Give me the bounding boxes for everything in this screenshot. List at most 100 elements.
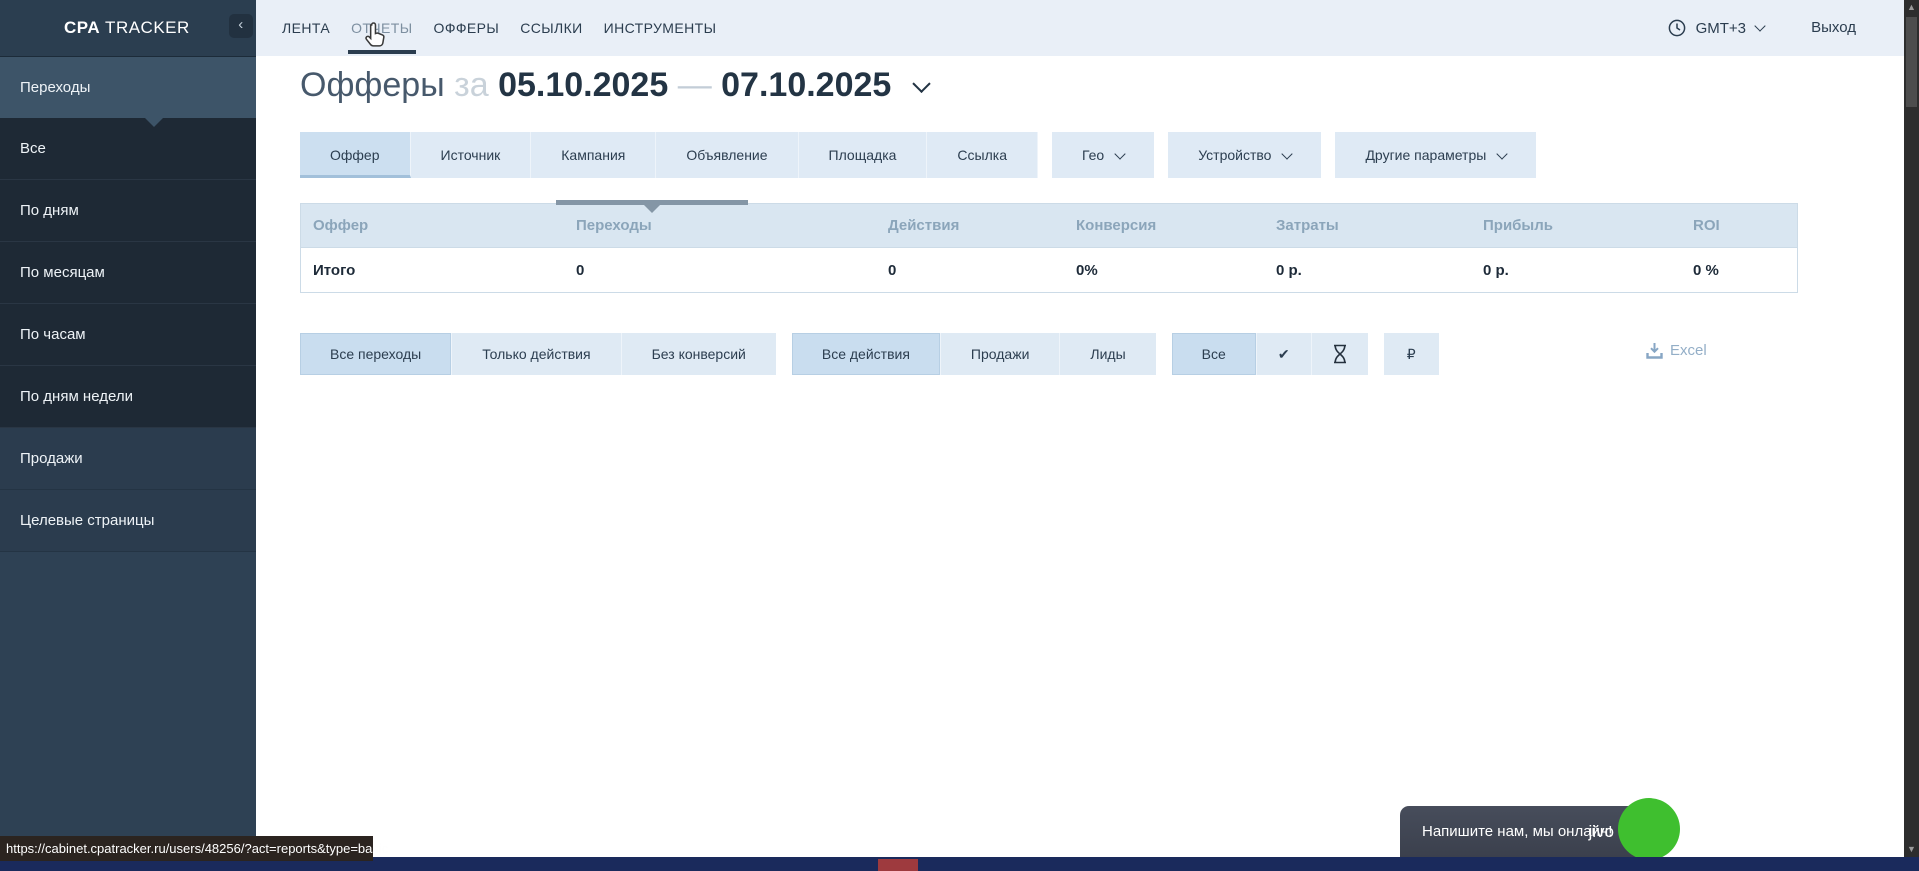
report-preposition: за [454,66,489,104]
column-header-pribyl[interactable]: Прибыль [1483,217,1693,234]
scrollbar-thumb[interactable] [1906,17,1917,107]
total-costs: 0 р. [1276,262,1483,279]
total-profit: 0 р. [1483,262,1693,279]
chat-message: Напишите нам, мы онлайн! [1422,806,1612,857]
tab-offer[interactable]: Оффер [300,132,411,178]
traffic-filter-group: Все переходы Только действия Без конверс… [300,333,776,375]
filter-lidy[interactable]: Лиды [1060,333,1155,375]
check-icon: ✔ [1278,346,1290,362]
top-navigation: ЛЕНТА ОТЧЕТЫ ОФФЕРЫ ССЫЛКИ ИНСТРУМЕНТЫ G… [256,0,1904,56]
sidebar-item-po-dnyam[interactable]: По дням [0,180,256,242]
sidebar: CPA TRACKER ‹ Переходы Все По дням По ме… [0,0,256,857]
jivo-logo: jivo [1588,806,1614,857]
tab-ustroystvo-dropdown[interactable]: Устройство [1168,132,1321,178]
sidebar-collapse-button[interactable]: ‹ [229,14,253,38]
filter-tolko-deystviya[interactable]: Только действия [452,333,621,375]
sidebar-item-prodazhi[interactable]: Продажи [0,428,256,490]
taskbar-accent [878,859,918,871]
date-range-expand-icon[interactable] [912,75,930,93]
sidebar-item-perehody[interactable]: Переходы [0,56,256,118]
actions-filter-group: Все действия Продажи Лиды [792,333,1156,375]
brand-logo: CPA TRACKER ‹ [0,0,256,56]
date-to[interactable]: 07.10.2025 [721,66,891,104]
column-header-offer[interactable]: Оффер [313,217,576,234]
currency-filter-group: ₽ [1384,333,1439,375]
hourglass-icon [1332,344,1348,364]
filter-vse-deystviya[interactable]: Все действия [792,333,941,375]
total-clicks: 0 [576,262,888,279]
clock-icon [1668,19,1686,37]
report-table: Оффер Переходы Действия Конверсия Затрат… [300,203,1798,293]
tab-ploshchadka[interactable]: Площадка [799,132,928,178]
column-header-zatraty[interactable]: Затраты [1276,217,1483,234]
sidebar-item-po-dnyam-nedeli[interactable]: По дням недели [0,366,256,428]
ruble-icon: ₽ [1407,346,1416,362]
tab-istochnik[interactable]: Источник [411,132,532,178]
chat-green-circle [1618,798,1680,860]
statusbar-link-preview: https://cabinet.cpatracker.ru/users/4825… [0,836,373,861]
chevron-down-icon [1497,148,1508,159]
tab-obyavlenie[interactable]: Объявление [656,132,798,178]
chevron-down-icon [1754,20,1765,31]
total-label: Итого [313,262,576,279]
chevron-down-icon [1115,148,1126,159]
nav-tab-otchety[interactable]: ОТЧЕТЫ [351,0,412,56]
filter-pending-button[interactable] [1312,333,1368,375]
main-content: Офферы за 05.10.2025 — 07.10.2025 Оффер … [256,56,1904,857]
table-header-row: Оффер Переходы Действия Конверсия Затрат… [300,203,1798,248]
column-header-perehody[interactable]: Переходы [576,217,888,234]
hand-cursor-icon [363,22,386,49]
date-from[interactable]: 05.10.2025 [498,66,668,104]
collapse-icon: ‹ [238,16,244,33]
sidebar-item-po-chasam[interactable]: По часам [0,304,256,366]
export-excel-label: Excel [1670,342,1707,359]
tab-kampaniya[interactable]: Кампания [531,132,656,178]
nav-tab-instrumenty[interactable]: ИНСТРУМЕНТЫ [604,0,717,56]
tab-geo-label: Гео [1082,132,1104,178]
sidebar-item-celevye-stranicy[interactable]: Целевые страницы [0,490,256,552]
brand-rest: TRACKER [100,18,190,37]
tab-geo-dropdown[interactable]: Гео [1052,132,1154,178]
tab-drugie-parametry-dropdown[interactable]: Другие параметры [1335,132,1536,178]
chat-widget[interactable]: Напишите нам, мы онлайн! jivo [1400,806,1658,857]
filter-prodazhi[interactable]: Продажи [941,333,1060,375]
date-range-dash: — [678,66,712,104]
tab-ssylka[interactable]: Ссылка [927,132,1038,178]
column-header-konversiya[interactable]: Конверсия [1076,217,1276,234]
nav-tab-offery[interactable]: ОФФЕРЫ [434,0,500,56]
filter-status-vse[interactable]: Все [1172,333,1257,375]
filter-vse-perehody[interactable]: Все переходы [300,333,452,375]
dimension-tabs: Оффер Источник Кампания Объявление Площа… [300,132,1536,178]
sidebar-item-vse[interactable]: Все [0,118,256,180]
export-excel-link[interactable]: Excel [1646,342,1707,359]
column-header-roi[interactable]: ROI [1693,217,1797,234]
total-roi: 0 % [1693,262,1797,279]
filter-approved-button[interactable]: ✔ [1257,333,1312,375]
download-icon [1646,342,1663,359]
filter-bez-konversiy[interactable]: Без конверсий [622,333,776,375]
timezone-selector[interactable]: GMT+3 [1668,0,1764,56]
scroll-down-arrow[interactable]: ▼ [1904,842,1919,857]
brand-bold: CPA [64,18,100,37]
tab-drugie-parametry-label: Другие параметры [1365,132,1486,178]
app-window: CPA TRACKER ‹ Переходы Все По дням По ме… [0,0,1919,871]
sidebar-item-po-mesyacam[interactable]: По месяцам [0,242,256,304]
report-title: Офферы за 05.10.2025 — 07.10.2025 [300,66,928,105]
nav-tab-ssylki[interactable]: ССЫЛКИ [520,0,582,56]
chevron-down-icon [1282,148,1293,159]
sort-indicator [556,200,748,205]
timezone-value: GMT+3 [1696,20,1746,37]
active-tab-underline [348,50,415,54]
tab-ustroystvo-label: Устройство [1198,132,1271,178]
column-header-deystviya[interactable]: Действия [888,217,1076,234]
total-actions: 0 [888,262,1076,279]
table-total-row: Итого 0 0 0% 0 р. 0 р. 0 % [300,248,1798,293]
scroll-up-arrow[interactable]: ▲ [1904,0,1919,15]
report-entity: Офферы [300,66,445,104]
vertical-scrollbar[interactable]: ▲ ▼ [1904,0,1919,857]
logout-link[interactable]: Выход [1811,0,1856,56]
filter-toolbar: Все переходы Только действия Без конверс… [300,333,1439,375]
filter-currency-button[interactable]: ₽ [1384,333,1439,375]
total-conversion: 0% [1076,262,1276,279]
nav-tab-lenta[interactable]: ЛЕНТА [282,0,330,56]
